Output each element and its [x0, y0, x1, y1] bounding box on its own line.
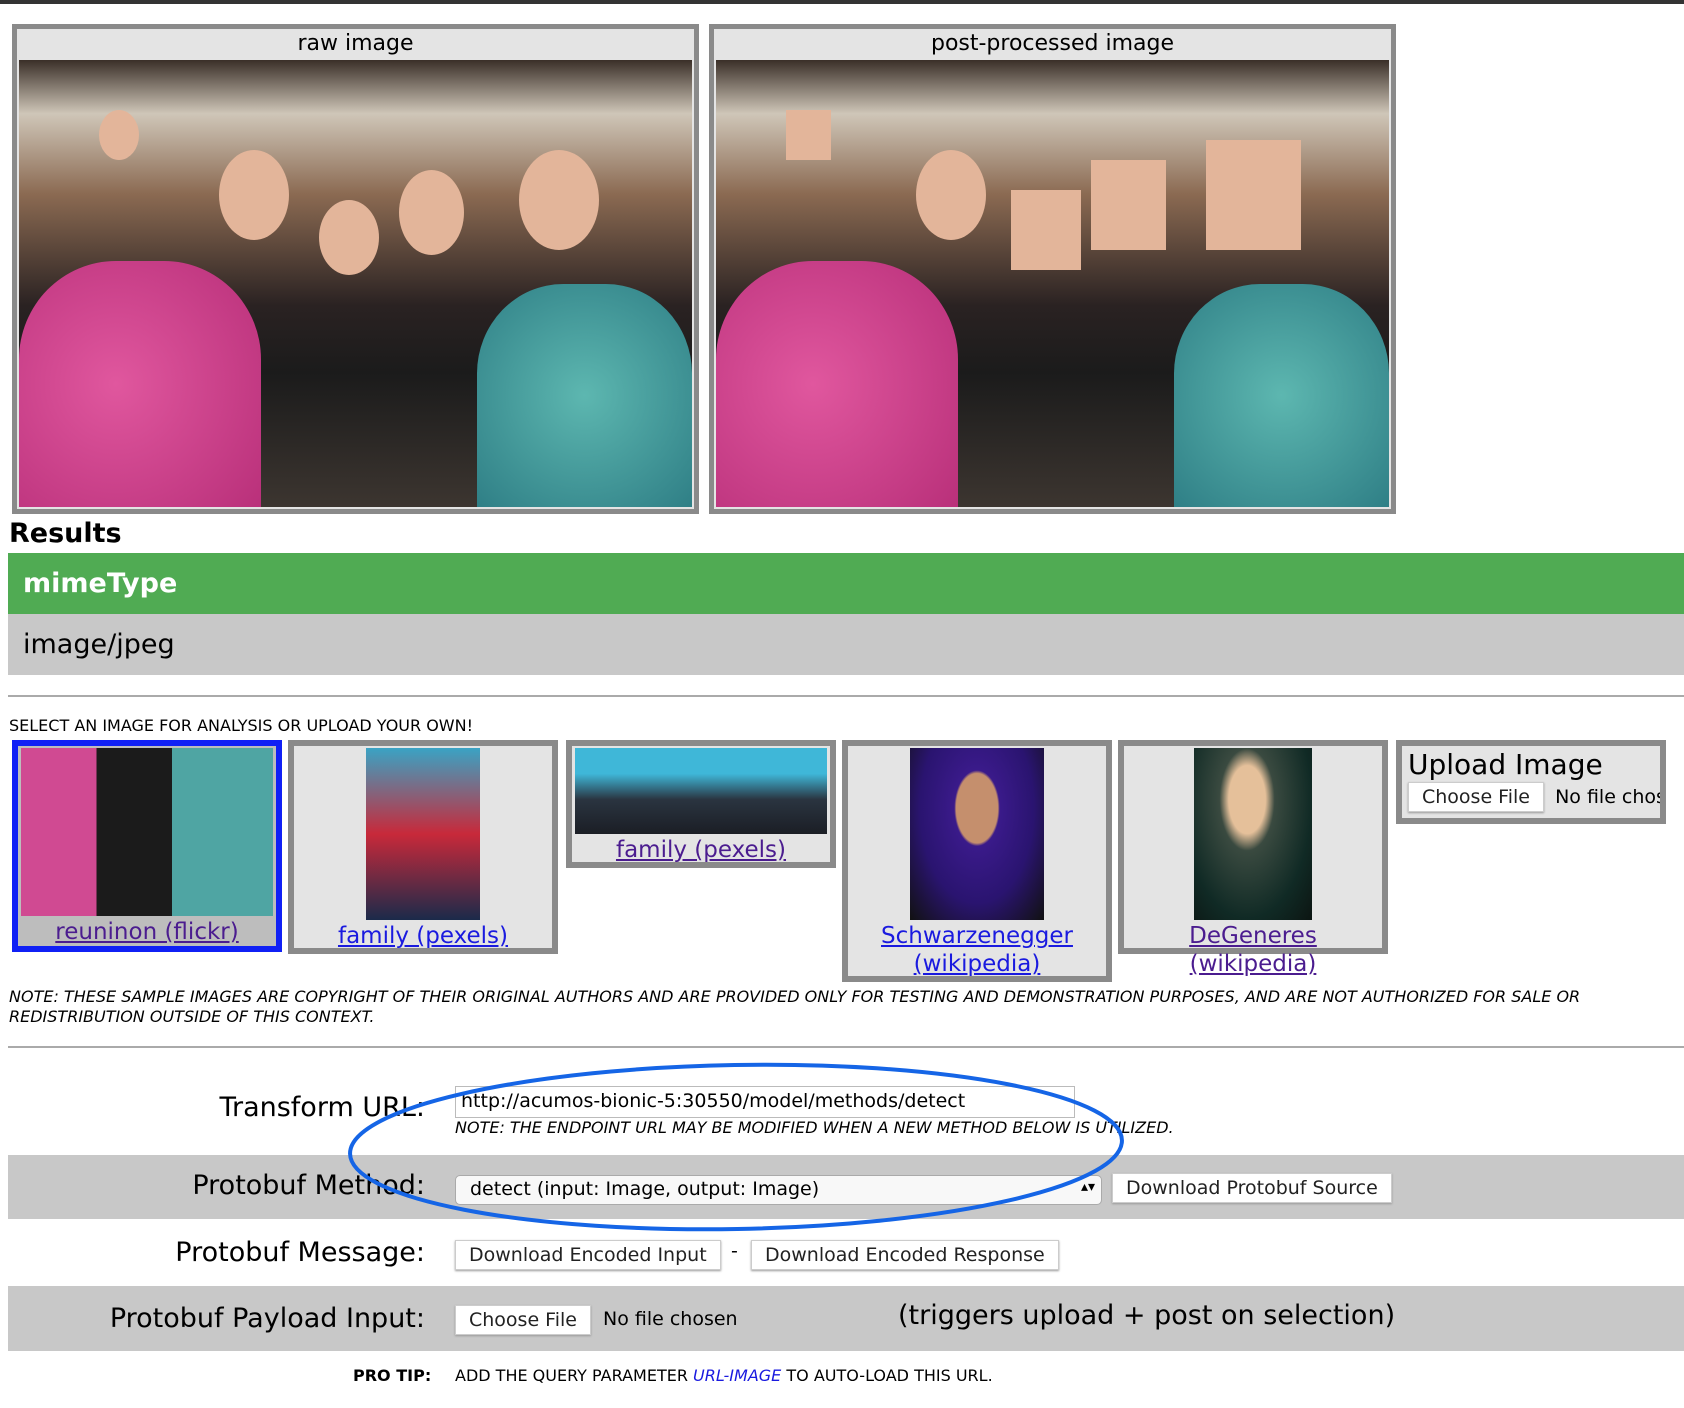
top-border — [0, 0, 1684, 4]
sample-image-family-2[interactable]: family (pexels) — [566, 740, 836, 868]
download-encoded-response-button[interactable]: Download Encoded Response — [751, 1240, 1059, 1270]
sample-image-reunion[interactable]: reuninon (flickr) — [12, 740, 282, 952]
post-processed-image-caption: post-processed image — [930, 31, 1174, 56]
separator: - — [731, 1240, 738, 1262]
protip-text: ADD THE QUERY PARAMETER URL-IMAGE TO AUT… — [455, 1366, 993, 1385]
upload-image-panel: Upload Image Choose File No file chosen — [1396, 740, 1666, 824]
sample-link[interactable]: Schwarzenegger (wikipedia) — [848, 920, 1106, 980]
protip-label: PRO TIP: — [353, 1366, 432, 1385]
select-arrows-icon: ▴▾ — [1080, 1179, 1095, 1195]
raw-image-caption: raw image — [297, 31, 414, 56]
url-image-link[interactable]: URL-IMAGE — [693, 1366, 781, 1385]
upload-status: No file chosen — [1555, 786, 1666, 808]
sample-link[interactable]: family (pexels) — [572, 834, 830, 866]
sample-image-degeneres[interactable]: DeGeneres (wikipedia) — [1118, 740, 1388, 977]
thumbnail-image[interactable] — [366, 748, 480, 920]
thumbnail-image[interactable] — [21, 748, 273, 916]
raw-image-panel: raw image — [12, 24, 699, 514]
result-field-value: image/jpeg — [8, 614, 1684, 675]
gallery-instruction: SELECT AN IMAGE FOR ANALYSIS OR UPLOAD Y… — [9, 716, 474, 735]
sample-image-family-1[interactable]: family (pexels) — [288, 740, 558, 954]
payload-choose-file-button[interactable]: Choose File — [455, 1305, 591, 1335]
protip-pre: ADD THE QUERY PARAMETER — [455, 1366, 688, 1385]
divider — [8, 695, 1684, 697]
sample-link[interactable]: family (pexels) — [294, 920, 552, 952]
selected-method: detect (input: Image, output: Image) — [470, 1178, 820, 1200]
post-processed-image — [716, 60, 1389, 507]
protobuf-method-label: Protobuf Method: — [192, 1170, 425, 1201]
transform-url-label: Transform URL: — [219, 1092, 425, 1123]
results-heading: Results — [9, 518, 122, 549]
copyright-note: NOTE: THESE SAMPLE IMAGES ARE COPYRIGHT … — [9, 987, 1581, 1026]
download-encoded-input-button[interactable]: Download Encoded Input — [455, 1240, 721, 1270]
sample-image-schwarzenegger[interactable]: Schwarzenegger (wikipedia) — [842, 740, 1112, 982]
divider — [8, 1046, 1684, 1048]
payload-status: No file chosen — [603, 1308, 738, 1330]
sample-link[interactable]: DeGeneres (wikipedia) — [1124, 920, 1382, 980]
payload-hint: (triggers upload + post on selection) — [898, 1300, 1396, 1331]
protip-post: TO AUTO-LOAD THIS URL. — [786, 1366, 993, 1385]
protobuf-message-label: Protobuf Message: — [175, 1237, 425, 1268]
transform-url-input[interactable]: http://acumos-bionic-5:30550/model/metho… — [455, 1086, 1075, 1118]
protobuf-method-select[interactable]: detect (input: Image, output: Image) ▴▾ — [455, 1175, 1102, 1205]
thumbnail-image[interactable] — [575, 748, 827, 834]
thumbnail-image[interactable] — [910, 748, 1044, 920]
raw-image — [19, 60, 692, 507]
upload-title: Upload Image — [1408, 748, 1603, 781]
result-field-name: mimeType — [8, 553, 1684, 614]
post-processed-image-panel: post-processed image — [709, 24, 1396, 514]
transform-url-note: NOTE: THE ENDPOINT URL MAY BE MODIFIED W… — [455, 1118, 1174, 1137]
protobuf-payload-label: Protobuf Payload Input: — [109, 1303, 425, 1334]
choose-file-button[interactable]: Choose File — [1408, 782, 1544, 812]
download-protobuf-source-button[interactable]: Download Protobuf Source — [1112, 1173, 1392, 1203]
sample-link[interactable]: reuninon (flickr) — [18, 916, 276, 948]
thumbnail-image[interactable] — [1194, 748, 1312, 920]
